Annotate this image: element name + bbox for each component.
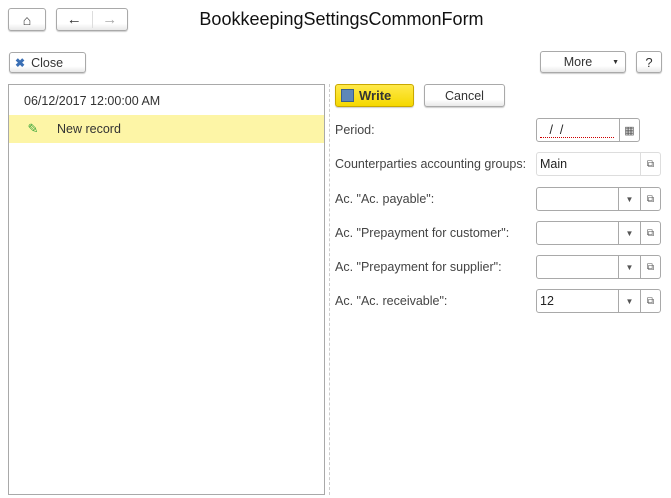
prepayment-supplier-label: Ac. "Prepayment for supplier": — [335, 260, 502, 274]
ac-receivable-label: Ac. "Ac. receivable": — [335, 294, 448, 308]
open-button[interactable]: ⧉ — [640, 221, 661, 245]
open-icon: ⧉ — [646, 158, 655, 170]
ac-receivable-value: 12 — [540, 294, 554, 308]
pencil-icon: ✎ — [27, 121, 39, 136]
chevron-down-icon: ▼ — [625, 228, 634, 238]
list-item[interactable]: 06/12/2017 12:00:00 AM — [9, 87, 324, 115]
open-icon: ⧉ — [646, 193, 655, 205]
ac-receivable-input[interactable]: 12 — [536, 289, 619, 313]
open-button[interactable]: ⧉ — [640, 152, 661, 176]
prepayment-customer-label: Ac. "Prepayment for customer": — [335, 226, 510, 240]
ac-payable-label: Ac. "Ac. payable": — [335, 192, 435, 206]
open-button[interactable]: ⧉ — [640, 187, 661, 211]
counterparties-label: Counterparties accounting groups: — [335, 157, 527, 171]
period-value: / / — [540, 123, 614, 138]
open-button[interactable]: ⧉ — [640, 289, 661, 313]
splitter[interactable] — [329, 84, 330, 495]
write-label: Write — [359, 88, 392, 103]
dropdown-button[interactable]: ▼ — [618, 221, 641, 245]
chevron-down-icon: ▼ — [625, 262, 634, 272]
prepayment-supplier-input[interactable] — [536, 255, 619, 279]
chevron-down-icon: ▼ — [625, 296, 634, 306]
help-label: ? — [645, 54, 653, 70]
record-label: New record — [57, 122, 121, 136]
dropdown-button[interactable]: ▼ — [618, 255, 641, 279]
close-label: Close — [31, 55, 64, 70]
records-list[interactable]: 06/12/2017 12:00:00 AM ✎ New record — [8, 84, 325, 495]
write-button[interactable]: Write — [335, 84, 414, 107]
help-button[interactable]: ? — [636, 51, 662, 73]
counterparties-input[interactable]: Main — [536, 152, 641, 176]
record-date: 06/12/2017 12:00:00 AM — [24, 94, 161, 108]
more-button[interactable]: More ▼ — [540, 51, 626, 73]
cancel-button[interactable]: Cancel — [424, 84, 505, 107]
calendar-icon: ▦ — [624, 124, 635, 137]
list-item-selected[interactable]: ✎ New record — [9, 115, 324, 143]
dropdown-button[interactable]: ▼ — [618, 187, 641, 211]
ac-payable-input[interactable] — [536, 187, 619, 211]
prepayment-customer-input[interactable] — [536, 221, 619, 245]
open-icon: ⧉ — [646, 295, 655, 307]
close-icon: ✖ — [15, 55, 26, 70]
chevron-down-icon: ▼ — [612, 58, 619, 66]
calendar-button[interactable]: ▦ — [619, 118, 640, 142]
save-icon — [341, 89, 354, 102]
open-icon: ⧉ — [646, 227, 655, 239]
chevron-down-icon: ▼ — [625, 194, 634, 204]
window-title: BookkeepingSettingsCommonForm — [199, 9, 484, 29]
dropdown-button[interactable]: ▼ — [618, 289, 641, 313]
close-button[interactable]: ✖ Close — [9, 52, 86, 73]
cancel-label: Cancel — [445, 88, 484, 103]
more-label: More — [563, 55, 593, 69]
open-button[interactable]: ⧉ — [640, 255, 661, 279]
counterparties-value: Main — [540, 157, 568, 171]
period-label: Period: — [335, 123, 375, 137]
period-input[interactable]: / / — [536, 118, 620, 142]
open-icon: ⧉ — [646, 261, 655, 273]
